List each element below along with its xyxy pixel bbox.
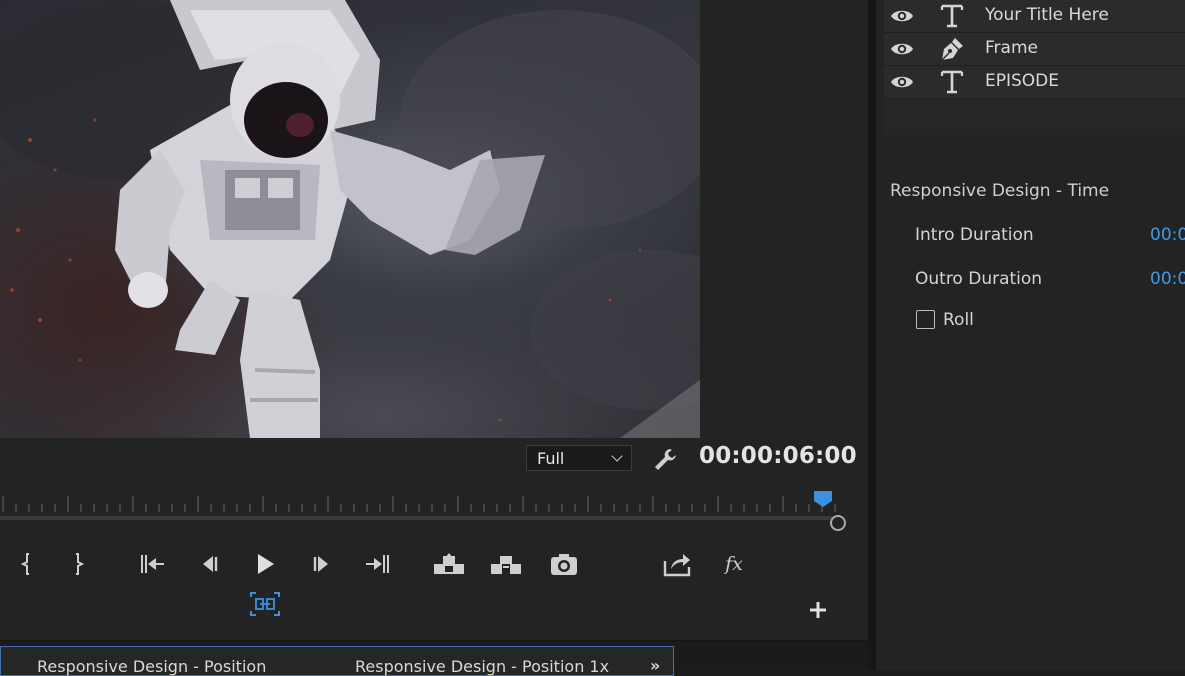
extract-icon[interactable] [489,547,523,581]
compare-view-icon[interactable] [249,590,281,618]
fx-label: fx [725,553,743,575]
pen-shape-icon [939,36,965,62]
step-back-icon[interactable] [191,547,225,581]
scrub-bar[interactable] [0,516,838,520]
scrub-end-handle[interactable] [830,515,846,531]
time-ruler-ticks [2,496,836,512]
layer-row[interactable]: EPISODE [884,66,1185,99]
layer-row[interactable]: Your Title Here [884,0,1185,33]
mark-out-icon[interactable] [61,547,95,581]
chevron-down-icon [611,450,623,462]
export-frame-icon[interactable] [547,547,581,581]
outro-duration-value[interactable]: 00:0 [1150,269,1185,289]
play-icon[interactable] [248,547,282,581]
step-forward-icon[interactable] [306,547,340,581]
intro-duration-value[interactable]: 00:0 [1150,225,1185,245]
eye-icon[interactable] [890,8,914,24]
eye-icon[interactable] [890,74,914,90]
tab-responsive-design-position[interactable]: Responsive Design - Position [37,657,266,676]
transport-controls: fx [0,545,868,585]
zoom-select[interactable]: Full [526,445,632,471]
astronaut-frame-image [0,0,700,438]
panel-divider[interactable] [868,0,876,670]
program-monitor: Full 00:00:06:00 fx [0,0,868,640]
zoom-select-value: Full [537,448,565,468]
section-title-responsive-time: Responsive Design - Time [890,181,1110,201]
layer-name: Frame [985,38,1038,58]
playhead-marker[interactable] [813,490,833,508]
add-button-icon[interactable] [806,598,830,622]
share-icon[interactable] [660,547,694,581]
mark-in-icon[interactable] [10,547,44,581]
more-tabs-icon[interactable]: » [650,656,660,675]
time-ruler[interactable] [0,490,845,520]
lift-icon[interactable] [432,547,466,581]
intro-duration-label: Intro Duration [915,225,1034,245]
layer-name: Your Title Here [985,5,1109,25]
go-to-out-icon[interactable] [361,547,395,581]
text-layer-icon [939,3,965,29]
video-preview[interactable] [0,0,700,438]
layer-row[interactable]: Frame [884,33,1185,66]
roll-label: Roll [943,310,974,330]
wrench-icon[interactable] [652,446,678,472]
outro-duration-label: Outro Duration [915,269,1043,289]
tab-responsive-design-position-1x[interactable]: Responsive Design - Position 1x [355,657,609,676]
text-layer-icon [939,69,965,95]
playhead-timecode[interactable]: 00:00:06:00 [699,443,857,469]
layer-name: EPISODE [985,71,1060,91]
eye-icon[interactable] [890,41,914,57]
fx-icon[interactable]: fx [717,547,751,581]
sequence-tab-bar[interactable]: Responsive Design - Position Responsive … [0,646,674,676]
go-to-in-icon[interactable] [135,547,169,581]
roll-checkbox[interactable] [916,310,935,329]
